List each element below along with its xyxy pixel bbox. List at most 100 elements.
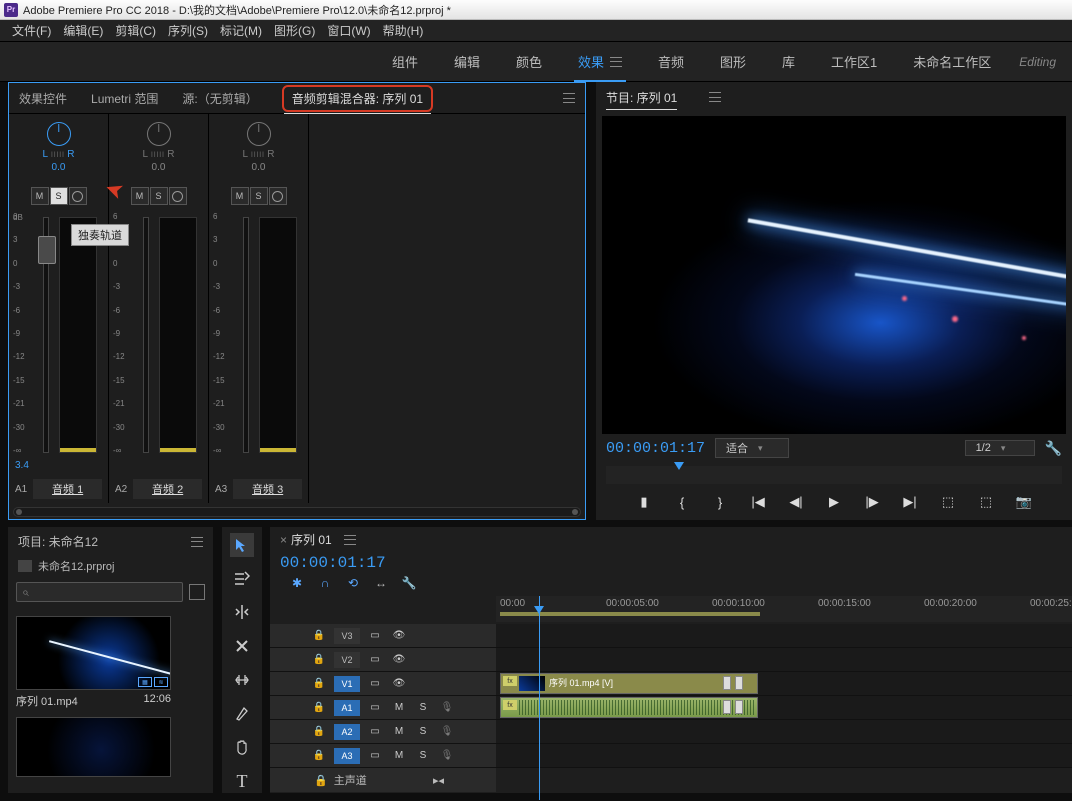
step-fwd-icon[interactable]: |▶: [864, 494, 880, 510]
toggle-output-icon[interactable]: 👁: [390, 676, 408, 692]
toggle-output-icon[interactable]: 👁: [390, 628, 408, 644]
volume-fader[interactable]: [143, 217, 149, 453]
go-to-in-icon[interactable]: |◀: [750, 494, 766, 510]
lock-icon[interactable]: 🔒: [310, 652, 328, 668]
pen-tool-icon[interactable]: [230, 702, 254, 726]
timeline-timecode[interactable]: 00:00:01:17: [270, 552, 1072, 574]
panel-menu-icon[interactable]: [563, 93, 575, 103]
toggle-output-icon[interactable]: 👁: [390, 652, 408, 668]
tab-effect-controls[interactable]: 效果控件: [19, 90, 67, 107]
solo-button[interactable]: S: [414, 748, 432, 764]
selection-tool-icon[interactable]: [230, 533, 254, 557]
pan-value[interactable]: 0.0: [152, 162, 166, 173]
ws-library[interactable]: 库: [764, 52, 813, 71]
lift-icon[interactable]: ⬚: [940, 494, 956, 510]
type-tool-icon[interactable]: T: [230, 769, 254, 793]
voice-over-icon[interactable]: 🎙: [438, 748, 456, 764]
solo-button[interactable]: S: [150, 187, 168, 205]
ws-assembly[interactable]: 组件: [374, 52, 436, 71]
volume-fader[interactable]: [43, 217, 49, 453]
timeline-ruler[interactable]: 00:0000:00:05:0000:00:10:0000:00:15:0000…: [496, 596, 1072, 622]
panel-menu-icon[interactable]: [709, 92, 721, 102]
ws-effects[interactable]: 效果: [560, 52, 640, 71]
volume-fader[interactable]: [243, 217, 249, 453]
sync-lock-icon[interactable]: ▭: [366, 724, 384, 740]
track-lane[interactable]: [496, 624, 1072, 647]
track-target[interactable]: A2: [334, 724, 360, 740]
menu-window[interactable]: 窗口(W): [321, 20, 376, 41]
panel-menu-icon[interactable]: [191, 537, 203, 547]
track-lane[interactable]: [496, 744, 1072, 767]
track-lane[interactable]: [496, 720, 1072, 743]
ripple-edit-tool-icon[interactable]: [230, 601, 254, 625]
pan-knob[interactable]: [247, 122, 271, 146]
menu-marker[interactable]: 标记(M): [214, 20, 268, 41]
menu-help[interactable]: 帮助(H): [377, 20, 430, 41]
track-target[interactable]: A1: [334, 700, 360, 716]
program-ruler[interactable]: [606, 466, 1062, 484]
voice-over-button[interactable]: [269, 187, 287, 205]
track-name[interactable]: 音频 1: [33, 479, 102, 499]
menu-file[interactable]: 文件(F): [6, 20, 57, 41]
program-playhead[interactable]: [674, 462, 684, 470]
lock-icon[interactable]: 🔒: [310, 724, 328, 740]
snap-icon[interactable]: ✱: [290, 576, 304, 590]
out-point-icon[interactable]: }: [712, 494, 728, 510]
ws-overflow[interactable]: Editing: [1019, 55, 1056, 69]
menu-edit[interactable]: 编辑(E): [57, 20, 109, 41]
fx-badge-icon[interactable]: fx: [503, 676, 517, 686]
lock-icon[interactable]: 🔒: [310, 700, 328, 716]
razor-tool-icon[interactable]: [230, 634, 254, 658]
sync-lock-icon[interactable]: ▭: [366, 652, 384, 668]
mute-button[interactable]: M: [390, 724, 408, 740]
hand-tool-icon[interactable]: [230, 736, 254, 760]
ws-editing[interactable]: 编辑: [436, 52, 498, 71]
tab-audio-clip-mixer[interactable]: 音频剪辑混合器: 序列 01: [282, 85, 433, 112]
timeline-playhead[interactable]: [539, 596, 540, 800]
extract-icon[interactable]: ⬚: [978, 494, 994, 510]
mute-button[interactable]: M: [31, 187, 49, 205]
mute-button[interactable]: M: [390, 748, 408, 764]
voice-over-icon[interactable]: 🎙: [438, 700, 456, 716]
ws-audio[interactable]: 音频: [640, 52, 702, 71]
mute-button[interactable]: M: [390, 700, 408, 716]
track-target[interactable]: A3: [334, 748, 360, 764]
track-select-tool-icon[interactable]: [230, 567, 254, 591]
tab-lumetri[interactable]: Lumetri 范围: [91, 90, 158, 107]
export-frame-icon[interactable]: 📷: [1016, 494, 1032, 510]
menu-seq[interactable]: 序列(S): [162, 20, 214, 41]
voice-over-button[interactable]: [69, 187, 87, 205]
timeline-settings-icon[interactable]: 🔧: [402, 576, 416, 590]
mixer-scrollbar[interactable]: [13, 507, 581, 517]
sequence-name[interactable]: 序列 01: [291, 531, 332, 548]
menu-graphic[interactable]: 图形(G): [268, 20, 321, 41]
mute-button[interactable]: M: [231, 187, 249, 205]
panel-menu-icon[interactable]: [344, 535, 356, 545]
sync-lock-icon[interactable]: ▭: [366, 676, 384, 692]
tab-source[interactable]: 源:（无剪辑）: [182, 90, 257, 107]
play-icon[interactable]: ▶: [826, 494, 842, 510]
lock-icon[interactable]: 🔒: [310, 628, 328, 644]
lock-icon[interactable]: 🔒: [310, 748, 328, 764]
pan-value[interactable]: 0.0: [52, 162, 66, 173]
fit-dropdown[interactable]: 适合: [715, 438, 789, 458]
linked-selection-icon[interactable]: ⟲: [346, 576, 360, 590]
settings-icon[interactable]: 🔧: [1045, 440, 1062, 457]
in-point-icon[interactable]: {: [674, 494, 690, 510]
new-bin-icon[interactable]: [189, 584, 205, 600]
go-to-out-icon[interactable]: ▶|: [902, 494, 918, 510]
pan-knob[interactable]: [147, 122, 171, 146]
ws-unnamed[interactable]: 未命名工作区: [895, 52, 1009, 71]
ws-graphics[interactable]: 图形: [702, 52, 764, 71]
solo-button[interactable]: S: [414, 700, 432, 716]
marker-icon[interactable]: ▮: [636, 494, 652, 510]
track-target[interactable]: V3: [334, 628, 360, 644]
solo-button[interactable]: S: [50, 187, 68, 205]
clip-thumbnail[interactable]: ▦ ≋: [16, 616, 171, 690]
track-lane[interactable]: fx: [496, 696, 1072, 719]
search-input[interactable]: [16, 582, 183, 602]
ws-color[interactable]: 颜色: [498, 52, 560, 71]
fx-badge-icon[interactable]: fx: [503, 700, 517, 710]
sync-lock-icon[interactable]: ▭: [366, 748, 384, 764]
track-target[interactable]: V1: [334, 676, 360, 692]
